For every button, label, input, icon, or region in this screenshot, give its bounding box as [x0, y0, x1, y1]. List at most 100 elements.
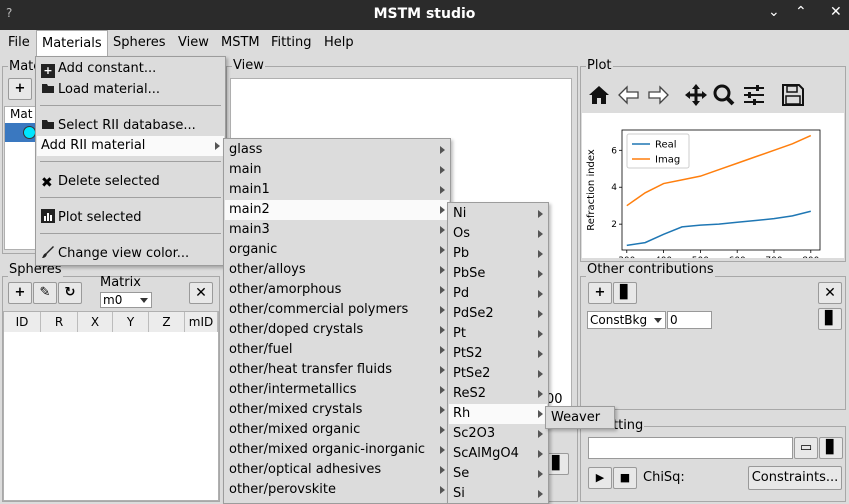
rii-category-item[interactable]: other/mixed organic-inorganic — [225, 440, 449, 460]
configure-icon[interactable] — [744, 85, 764, 105]
rii-category-item[interactable]: other/mixed organic — [225, 420, 449, 440]
menu-add-constant[interactable]: + Add constant... — [37, 59, 224, 79]
x-tick-label: 700 — [765, 256, 782, 258]
contribution-chart-button[interactable]: ▊ — [818, 308, 842, 330]
contribution-type-select[interactable]: ConstBkg — [587, 311, 666, 329]
minimize-icon[interactable]: ⌄ — [768, 4, 780, 20]
rii-category-item[interactable]: main2 — [225, 200, 449, 220]
col-header-id[interactable]: ID — [4, 312, 41, 332]
rii-category-item[interactable]: other/commercial polymers — [225, 300, 449, 320]
play-button[interactable]: ▶ — [588, 467, 612, 489]
fitting-chart-button[interactable]: ▊ — [819, 437, 843, 459]
menu-delete-selected[interactable]: ✖ Delete selected — [37, 172, 224, 192]
menu-plot-selected[interactable]: Plot selected — [37, 208, 224, 228]
col-header-z[interactable]: Z — [149, 312, 185, 332]
col-header-y[interactable]: Y — [113, 312, 149, 332]
open-folder-button[interactable]: ▭ — [794, 437, 818, 459]
rii-category-item[interactable]: glass — [225, 140, 449, 160]
rii-category-item[interactable]: other/optical adhesives — [225, 460, 449, 480]
menu-separator — [40, 197, 221, 198]
submenu-arrow-icon — [538, 230, 543, 238]
fitting-file-input[interactable] — [588, 437, 793, 459]
submenu-arrow-icon — [440, 346, 445, 354]
window-title: MSTM studio — [373, 6, 476, 22]
delete-contribution-button[interactable]: ✕ — [818, 282, 842, 304]
add-sphere-button[interactable]: + — [8, 282, 32, 304]
rii-category-item[interactable]: other/intermetallics — [225, 380, 449, 400]
main2-material-item[interactable]: Si — [449, 484, 547, 504]
submenu-arrow-icon — [538, 450, 543, 458]
edit-sphere-button[interactable]: ✎ — [33, 282, 57, 304]
rii-category-item[interactable]: main — [225, 160, 449, 180]
rii-category-item[interactable]: other/mixed crystals — [225, 400, 449, 420]
main2-material-item[interactable]: ScAlMgO4 — [449, 444, 547, 464]
menu-mstm[interactable]: MSTM — [216, 30, 265, 56]
refresh-spheres-button[interactable]: ↻ — [58, 282, 82, 304]
stop-button[interactable]: ■ — [613, 467, 637, 489]
rii-category-item[interactable]: other/alloys — [225, 260, 449, 280]
rii-category-item[interactable]: other/heat transfer fluids — [225, 360, 449, 380]
main2-material-item[interactable]: Rh — [449, 404, 547, 424]
rii-category-item[interactable]: other/amorphous — [225, 280, 449, 300]
col-header-mid[interactable]: mID — [185, 312, 218, 332]
main2-material-item[interactable]: PtSe2 — [449, 364, 547, 384]
home-icon[interactable] — [589, 86, 609, 104]
main2-material-item[interactable]: Pb — [449, 244, 547, 264]
zoom-icon[interactable] — [713, 84, 735, 106]
pan-icon[interactable] — [685, 84, 707, 106]
main2-material-item[interactable]: ReS2 — [449, 384, 547, 404]
refraction-chart[interactable]: 300 400 500 600 700 800 2 4 6 Real Imag Refractio… — [582, 113, 844, 266]
rii-category-item[interactable]: other/perovskite — [225, 480, 449, 500]
rii-category-item[interactable]: other/doped crystals — [225, 320, 449, 340]
add-material-button[interactable]: + — [8, 78, 32, 100]
main2-material-item[interactable]: Se — [449, 464, 547, 484]
spheres-table[interactable]: ID R X Y Z mID — [3, 311, 219, 501]
matrix-select[interactable]: m0 — [100, 292, 152, 308]
forward-icon[interactable] — [648, 85, 669, 105]
menu-materials[interactable]: Materials — [36, 30, 108, 56]
rii-category-item[interactable]: organic — [225, 240, 449, 260]
main2-material-item[interactable]: PbSe — [449, 264, 547, 284]
menu-spheres[interactable]: Spheres — [108, 30, 171, 56]
menu-help[interactable]: Help — [319, 30, 359, 56]
main2-material-item[interactable]: Os — [449, 224, 547, 244]
rii-category-item[interactable]: main3 — [225, 220, 449, 240]
plot-contribution-button[interactable]: ▊ — [613, 282, 637, 304]
submenu-arrow-icon — [538, 430, 543, 438]
back-icon[interactable] — [618, 85, 639, 105]
submenu-arrow-icon — [538, 330, 543, 338]
submenu-arrow-icon — [538, 270, 543, 278]
submenu-arrow-icon — [538, 290, 543, 298]
y-tick-label: 2 — [611, 220, 617, 230]
col-header-x[interactable]: X — [78, 312, 113, 332]
main2-material-item[interactable]: Pt — [449, 324, 547, 344]
rii-category-item[interactable]: main1 — [225, 180, 449, 200]
menu-view[interactable]: View — [173, 30, 214, 56]
add-contribution-button[interactable]: + — [588, 282, 612, 304]
main2-material-item[interactable]: PdSe2 — [449, 304, 547, 324]
menu-file[interactable]: File — [3, 30, 35, 56]
menu-select-rii-database[interactable]: Select RII database... — [37, 116, 224, 136]
delete-sphere-button[interactable]: ✕ — [189, 282, 213, 304]
main2-material-item[interactable]: Sc2O3 — [449, 424, 547, 444]
menu-load-material[interactable]: Load material... — [37, 80, 224, 100]
main2-material-item[interactable]: Ni — [449, 204, 547, 224]
menu-fitting[interactable]: Fitting — [266, 30, 316, 56]
menu-change-view-color[interactable]: Change view color... — [37, 244, 224, 264]
close-icon[interactable]: ✕ — [830, 4, 842, 20]
col-header-r[interactable]: R — [41, 312, 78, 332]
other-contributions-title: Other contributions — [586, 262, 715, 277]
rh-dataset-item[interactable]: Weaver — [547, 408, 613, 428]
save-icon[interactable] — [782, 84, 804, 106]
rii-category-item[interactable]: other/fuel — [225, 340, 449, 360]
chevron-down-icon — [654, 318, 662, 323]
main2-material-item[interactable]: PtS2 — [449, 344, 547, 364]
chevron-down-icon — [140, 298, 148, 303]
legend-label: Real — [655, 140, 677, 151]
contribution-value: 0 — [670, 313, 678, 327]
contribution-value-input[interactable]: 0 — [667, 311, 712, 329]
maximize-icon[interactable]: ⌃ — [795, 4, 807, 20]
menu-add-rii-material[interactable]: Add RII material — [37, 136, 224, 156]
main2-material-item[interactable]: Pd — [449, 284, 547, 304]
constraints-button[interactable]: Constraints... — [748, 466, 842, 490]
